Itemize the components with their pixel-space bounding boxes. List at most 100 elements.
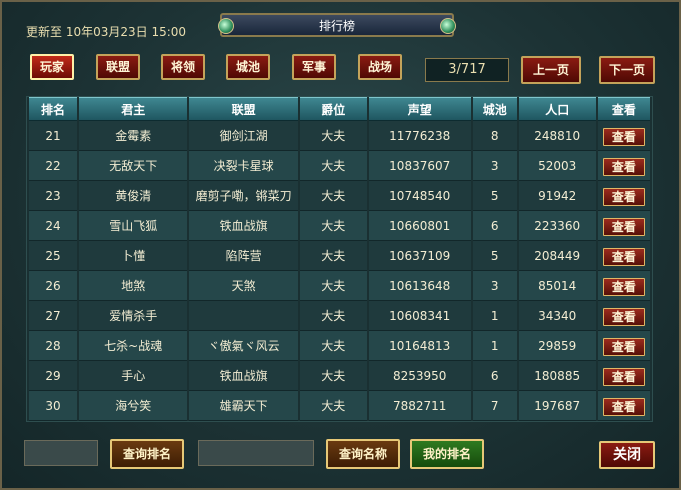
lord-cell: 无敌天下 [78,151,188,181]
view-button[interactable]: 查看 [602,337,645,356]
table-row: 23 黄俊清 磨剪子嘞，锵菜刀 大夫 10748540 5 91942 查看 [29,181,650,211]
prestige-cell: 10660801 [368,211,471,241]
view-cell: 查看 [597,301,650,331]
view-cell: 查看 [597,271,650,301]
next-page-button[interactable]: 下一页 [599,56,655,84]
view-button[interactable]: 查看 [602,307,645,326]
page-title: 排行榜 [318,19,355,33]
search-rank-button[interactable]: 查询排名 [110,439,184,469]
prev-page-button[interactable]: 上一页 [521,56,581,84]
alliance-cell: 磨剪子嘞，锵菜刀 [189,181,298,211]
lord-cell: 雪山飞狐 [78,211,188,241]
prestige-cell: 10748540 [368,181,471,211]
table-row: 24 雪山飞狐 铁血战旗 大夫 10660801 6 223360 查看 [29,211,650,241]
cities-cell: 6 [472,211,517,241]
view-cell: 查看 [597,181,650,211]
col-prestige: 声望 [368,97,471,121]
col-population: 人口 [518,97,596,121]
view-cell: 查看 [597,211,650,241]
tab-players[interactable]: 玩家 [30,54,74,80]
cities-cell: 7 [472,391,517,421]
table-row: 28 七杀~战魂 ヾ傲氣ヾ风云 大夫 10164813 1 29859 查看 [29,331,650,361]
lord-cell: 金霉素 [78,121,188,151]
tab-alliances[interactable]: 联盟 [96,54,140,80]
table-row: 27 爱情杀手 大夫 10608341 1 34340 查看 [29,301,650,331]
close-button[interactable]: 关闭 [599,441,655,469]
title-cell: 大夫 [299,391,367,421]
rank-cell: 26 [29,271,77,301]
alliance-cell: 铁血战旗 [189,211,298,241]
alliance-cell: 铁血战旗 [189,361,298,391]
table-row: 25 卜懂 陷阵营 大夫 10637109 5 208449 查看 [29,241,650,271]
rank-cell: 27 [29,301,77,331]
prestige-cell: 10837607 [368,151,471,181]
view-button[interactable]: 查看 [602,247,645,266]
view-button[interactable]: 查看 [602,217,645,236]
prestige-cell: 11776238 [368,121,471,151]
cities-cell: 8 [472,121,517,151]
rank-cell: 23 [29,181,77,211]
tab-generals[interactable]: 将领 [161,54,205,80]
cities-cell: 5 [472,241,517,271]
title-cell: 大夫 [299,151,367,181]
rank-cell: 22 [29,151,77,181]
lord-cell: 黄俊清 [78,181,188,211]
view-button[interactable]: 查看 [602,397,645,416]
alliance-cell: 天煞 [189,271,298,301]
tab-cities[interactable]: 城池 [226,54,270,80]
title-cell: 大夫 [299,121,367,151]
col-view: 查看 [597,97,650,121]
view-button[interactable]: 查看 [602,127,645,146]
view-button[interactable]: 查看 [602,367,645,386]
population-cell: 208449 [518,241,596,271]
tab-battlefield[interactable]: 战场 [358,54,402,80]
population-cell: 85014 [518,271,596,301]
view-button[interactable]: 查看 [602,157,645,176]
population-cell: 91942 [518,181,596,211]
alliance-cell: 雄霸天下 [189,391,298,421]
rank-cell: 25 [29,241,77,271]
page-indicator: 3/717 [425,58,509,82]
rank-search-input[interactable] [24,440,98,466]
col-cities: 城池 [472,97,517,121]
title-cell: 大夫 [299,331,367,361]
lord-cell: 地煞 [78,271,188,301]
tab-military[interactable]: 军事 [292,54,336,80]
title-cell: 大夫 [299,271,367,301]
name-search-input[interactable] [198,440,314,466]
view-button[interactable]: 查看 [602,187,645,206]
population-cell: 197687 [518,391,596,421]
cities-cell: 1 [472,301,517,331]
table-row: 29 手心 铁血战旗 大夫 8253950 6 180885 查看 [29,361,650,391]
rank-cell: 29 [29,361,77,391]
lord-cell: 爱情杀手 [78,301,188,331]
view-cell: 查看 [597,391,650,421]
search-name-button[interactable]: 查询名称 [326,439,400,469]
lord-cell: 七杀~战魂 [78,331,188,361]
view-cell: 查看 [597,361,650,391]
title-bar: 排行榜 [218,13,456,37]
prestige-cell: 10637109 [368,241,471,271]
title-cell: 大夫 [299,361,367,391]
view-cell: 查看 [597,331,650,361]
title-cell: 大夫 [299,211,367,241]
prestige-cell: 10164813 [368,331,471,361]
prestige-cell: 8253950 [368,361,471,391]
lord-cell: 手心 [78,361,188,391]
title-cell: 大夫 [299,181,367,211]
rank-cell: 21 [29,121,77,151]
view-cell: 查看 [597,241,650,271]
rank-cell: 30 [29,391,77,421]
alliance-cell: 陷阵营 [189,241,298,271]
population-cell: 180885 [518,361,596,391]
lord-cell: 海兮笑 [78,391,188,421]
alliance-cell: 御剑江湖 [189,121,298,151]
col-lord: 君主 [78,97,188,121]
cities-cell: 3 [472,151,517,181]
view-button[interactable]: 查看 [602,277,645,296]
view-cell: 查看 [597,151,650,181]
alliance-cell [189,301,298,331]
my-rank-button[interactable]: 我的排名 [410,439,484,469]
population-cell: 248810 [518,121,596,151]
view-cell: 查看 [597,121,650,151]
